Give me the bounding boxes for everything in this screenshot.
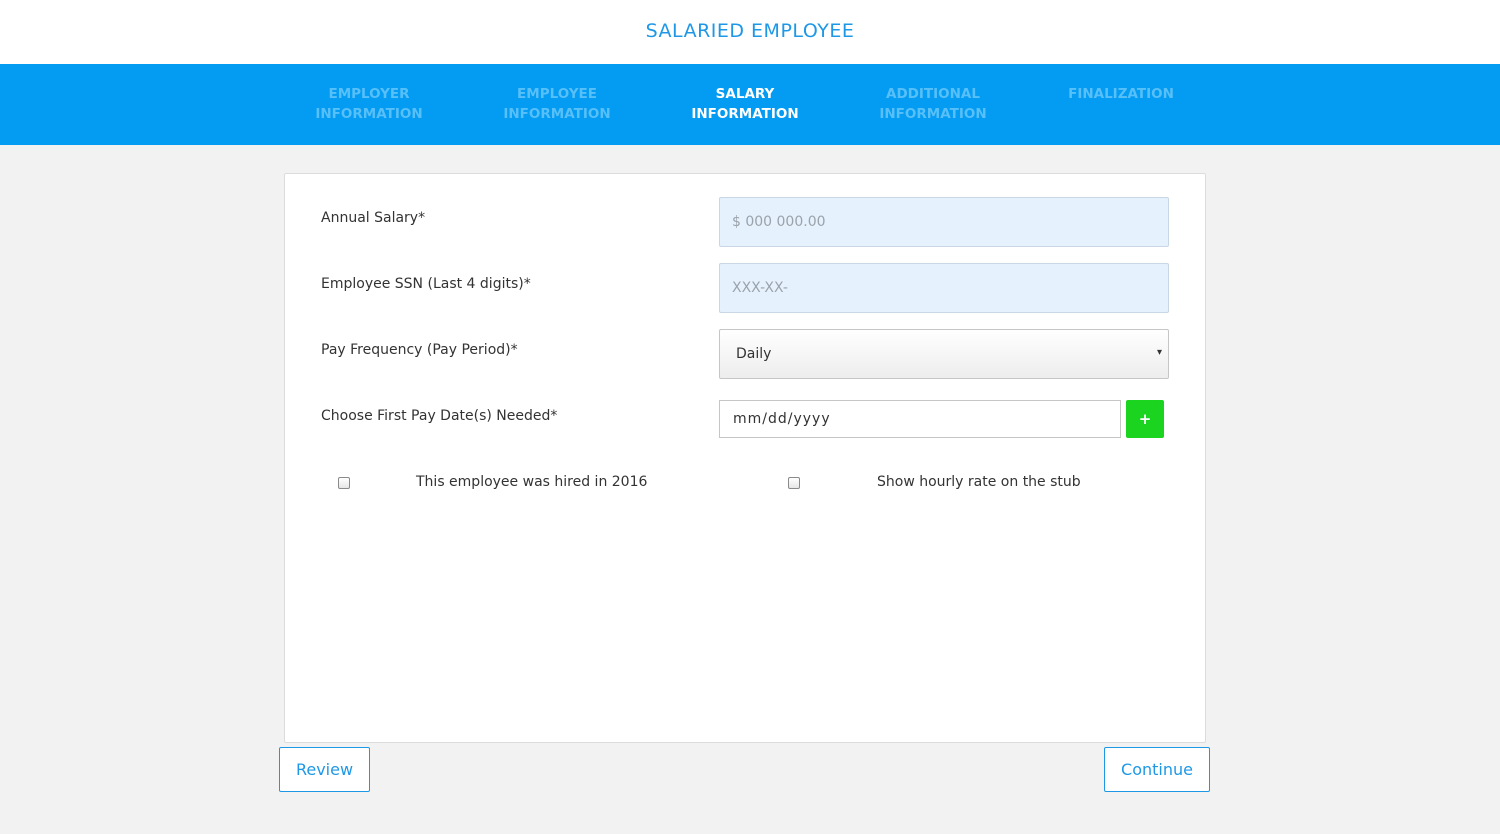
pay-frequency-label: Pay Frequency (Pay Period)* bbox=[321, 342, 518, 358]
step-label-line1: FINALIZATION bbox=[1068, 86, 1174, 102]
pay-date-input[interactable]: mm/dd/yyyy bbox=[719, 400, 1121, 438]
step-label-line1: EMPLOYER bbox=[328, 86, 410, 102]
pay-frequency-select[interactable]: Daily ▾ bbox=[719, 329, 1169, 379]
step-label-line1: SALARY bbox=[715, 86, 775, 102]
steps-nav: EMPLOYER INFORMATION EMPLOYEE INFORMATIO… bbox=[0, 64, 1500, 145]
step-additional-information[interactable]: ADDITIONAL INFORMATION bbox=[839, 84, 1027, 124]
show-hourly-rate-checkbox[interactable] bbox=[788, 477, 800, 489]
step-salary-information[interactable]: SALARY INFORMATION bbox=[651, 84, 839, 124]
annual-salary-input[interactable] bbox=[719, 197, 1169, 247]
step-label-line1: ADDITIONAL bbox=[886, 86, 980, 102]
salary-form-card bbox=[284, 173, 1206, 743]
continue-button[interactable]: Continue bbox=[1104, 747, 1210, 792]
page-title: SALARIED EMPLOYEE bbox=[645, 20, 855, 42]
step-label-line2: INFORMATION bbox=[691, 106, 799, 122]
ssn-input[interactable] bbox=[719, 263, 1169, 313]
step-finalization[interactable]: FINALIZATION bbox=[1027, 84, 1215, 104]
step-employer-information[interactable]: EMPLOYER INFORMATION bbox=[275, 84, 463, 124]
chevron-down-icon: ▾ bbox=[1156, 347, 1162, 358]
pay-date-label: Choose First Pay Date(s) Needed* bbox=[321, 408, 558, 424]
annual-salary-label: Annual Salary* bbox=[321, 210, 426, 226]
step-label-line2: INFORMATION bbox=[879, 106, 987, 122]
hired-2016-checkbox[interactable] bbox=[338, 477, 350, 489]
pay-date-placeholder: mm/dd/yyyy bbox=[733, 411, 831, 427]
page-header: SALARIED EMPLOYEE bbox=[0, 0, 1500, 64]
step-label-line2: INFORMATION bbox=[315, 106, 423, 122]
hired-2016-label: This employee was hired in 2016 bbox=[416, 474, 648, 490]
show-hourly-rate-label: Show hourly rate on the stub bbox=[877, 474, 1081, 490]
review-button[interactable]: Review bbox=[279, 747, 370, 792]
step-employee-information[interactable]: EMPLOYEE INFORMATION bbox=[463, 84, 651, 124]
step-label-line2: INFORMATION bbox=[503, 106, 611, 122]
add-pay-date-button[interactable]: + bbox=[1126, 400, 1164, 438]
pay-frequency-value: Daily bbox=[736, 346, 772, 362]
ssn-label: Employee SSN (Last 4 digits)* bbox=[321, 276, 531, 292]
step-label-line1: EMPLOYEE bbox=[517, 86, 597, 102]
